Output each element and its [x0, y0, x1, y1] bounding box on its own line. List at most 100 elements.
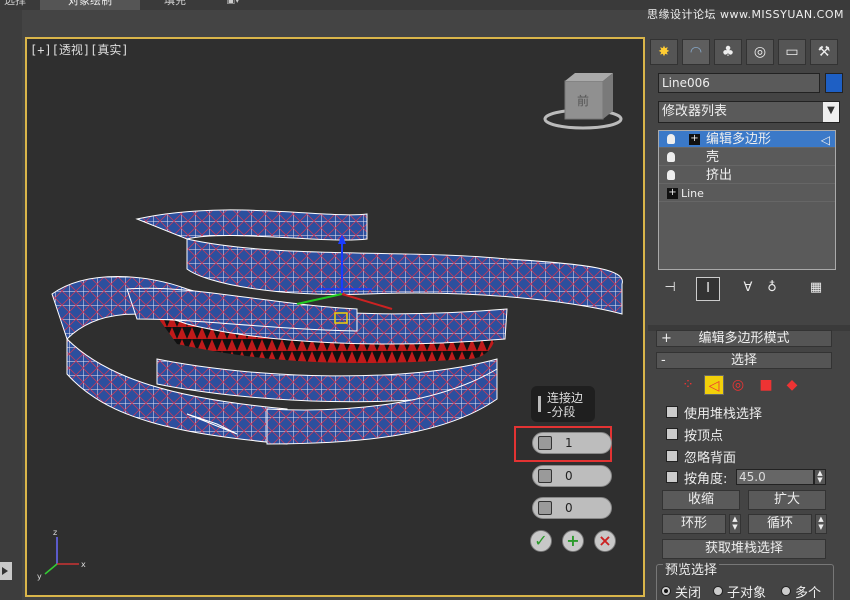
grow-button[interactable]: 扩大	[748, 490, 826, 510]
stack-item-edit-poly[interactable]: + 编辑多边形 ◁	[659, 131, 835, 148]
svg-text:x: x	[81, 560, 86, 569]
loop-label: 循环	[766, 516, 793, 531]
by-angle-checkbox[interactable]	[666, 471, 678, 483]
preview-multi-radio[interactable]	[781, 586, 791, 596]
by-vertex-checkbox[interactable]	[666, 428, 678, 440]
caddy-title-line2: -分段	[547, 405, 576, 419]
rollout-title: 编辑多边形模式	[698, 331, 790, 346]
slide-icon	[538, 501, 552, 515]
preview-subobject-label: 子对象	[727, 586, 767, 600]
subobject-tools: ⁘ ◁ ◎ ■ ◆	[678, 373, 818, 397]
preview-off-radio[interactable]	[661, 586, 671, 596]
rollout-edit-poly-mode[interactable]: + 编辑多边形模式	[656, 330, 832, 347]
tab-fill[interactable]: 填充	[150, 0, 200, 10]
svg-text:z: z	[53, 528, 57, 537]
get-stack-selection-button[interactable]: 获取堆栈选择	[662, 539, 826, 559]
angle-input[interactable]: 45.0	[736, 469, 814, 485]
polygon-mode-icon[interactable]: ■	[756, 375, 776, 395]
stack-item-label: 编辑多边形	[706, 132, 772, 147]
viewport-label[interactable]: [+][透视][真实]	[30, 41, 129, 58]
create-tab-icon[interactable]: ✸	[650, 39, 678, 65]
configure-sets-icon[interactable]: ▦	[804, 277, 828, 301]
preview-multi-label: 多个	[795, 586, 822, 600]
tab-dropdown-icon[interactable]: ▣▾	[218, 0, 248, 10]
use-stack-label: 使用堆栈选择	[684, 407, 763, 422]
lightbulb-icon[interactable]	[667, 170, 675, 180]
segments-field[interactable]: 1	[532, 432, 612, 454]
preview-off-label: 关闭	[675, 586, 702, 600]
rollout-sign: +	[661, 331, 672, 346]
use-stack-checkbox[interactable]	[666, 406, 678, 418]
preview-selection-group: 预览选择 关闭 子对象 多个	[656, 559, 834, 600]
expand-arrow-icon[interactable]	[0, 562, 12, 580]
command-panel: ✸ ◠ ♣ ◎ ▭ ⚒ Line006 修改器列表 ▼ + 编辑多边形 ◁ 壳	[648, 37, 850, 600]
loop-button[interactable]: 循环 ▲ ▼	[748, 514, 827, 534]
ignore-backfacing-checkbox[interactable]	[666, 450, 678, 462]
border-mode-icon[interactable]: ◎	[728, 375, 748, 395]
element-mode-icon[interactable]: ◆	[782, 375, 802, 395]
vertex-mode-icon[interactable]: ⁘	[678, 375, 698, 395]
segments-value[interactable]: 1	[565, 436, 573, 450]
slide-value[interactable]: 0	[565, 501, 573, 515]
rollout-sign: -	[661, 353, 666, 368]
viewport-perspective[interactable]: z x y [+][透视][真实] 前 连接边 -分段 1 0 0 ✓ + ×	[25, 37, 645, 597]
chevron-down-icon[interactable]: ▼	[823, 102, 839, 122]
utilities-tab-icon[interactable]: ⚒	[810, 39, 838, 65]
caddy-title: 连接边 -分段	[531, 386, 595, 422]
watermark: 思缘设计论坛 www.MISSYUAN.COM	[646, 8, 844, 21]
lightbulb-icon[interactable]	[667, 152, 675, 162]
show-end-result-icon[interactable]: Ⅰ	[696, 277, 720, 301]
apply-button[interactable]: +	[562, 530, 584, 552]
expand-icon[interactable]: +	[667, 188, 678, 199]
segments-icon	[538, 436, 552, 450]
stack-item-shell[interactable]: 壳	[659, 149, 835, 166]
modifier-list-label: 修改器列表	[662, 104, 728, 119]
preview-subobject-radio[interactable]	[713, 586, 723, 596]
lightbulb-icon[interactable]	[667, 134, 675, 144]
stack-toolbar: ⊣ Ⅰ ∀ ♁ ▦	[658, 277, 840, 301]
pinch-value[interactable]: 0	[565, 469, 573, 483]
stack-item-label: 壳	[706, 150, 720, 165]
by-vertex-label: 按顶点	[684, 429, 724, 444]
modifier-list-dropdown[interactable]: 修改器列表 ▼	[658, 101, 840, 123]
object-color-swatch[interactable]	[825, 73, 843, 93]
loop-spinner[interactable]: ▲ ▼	[815, 514, 827, 534]
stack-item-extrude[interactable]: 挤出	[659, 167, 835, 184]
modifier-stack[interactable]: + 编辑多边形 ◁ 壳 挤出 + Line	[658, 130, 836, 270]
ok-button[interactable]: ✓	[530, 530, 552, 552]
cancel-button[interactable]: ×	[594, 530, 616, 552]
preview-selection-title: 预览选择	[663, 559, 720, 578]
stack-item-line[interactable]: + Line	[659, 185, 835, 202]
make-unique-icon[interactable]: ∀	[736, 277, 760, 301]
app-root: 选择 对象绘制 填充 ▣▾ 思缘设计论坛 www.MISSYUAN.COM z …	[0, 0, 850, 600]
ignore-backfacing-label: 忽略背面	[684, 451, 737, 466]
pinch-field[interactable]: 0	[532, 465, 612, 487]
object-name-field[interactable]: Line006	[658, 73, 820, 93]
rollout-selection[interactable]: - 选择	[656, 352, 832, 369]
shrink-button[interactable]: 收缩	[662, 490, 740, 510]
motion-tab-icon[interactable]: ◎	[746, 39, 774, 65]
tab-select[interactable]: 选择	[0, 0, 30, 10]
remove-modifier-icon[interactable]: ♁	[760, 277, 784, 301]
angle-spinner[interactable]: ▲ ▼	[814, 469, 826, 485]
panel-tabs: ✸ ◠ ♣ ◎ ▭ ⚒	[648, 37, 850, 67]
slide-field[interactable]: 0	[532, 497, 612, 519]
expand-icon[interactable]: +	[689, 134, 700, 145]
by-angle-label: 按角度:	[684, 472, 728, 487]
rollout-title: 选择	[730, 353, 757, 368]
ring-spinner[interactable]: ▲ ▼	[729, 514, 741, 534]
viewcube-label[interactable]: 前	[577, 92, 589, 109]
ring-label: 环形	[680, 516, 707, 531]
svg-text:y: y	[37, 572, 42, 581]
display-tab-icon[interactable]: ▭	[778, 39, 806, 65]
left-strip	[0, 10, 22, 600]
modify-tab-icon[interactable]: ◠	[682, 39, 710, 65]
stack-item-label: Line	[681, 187, 704, 200]
pin-stack-icon[interactable]: ⊣	[658, 277, 682, 301]
edge-mode-icon[interactable]: ◁	[704, 375, 724, 395]
hierarchy-tab-icon[interactable]: ♣	[714, 39, 742, 65]
tab-object-paint[interactable]: 对象绘制	[40, 0, 140, 10]
caddy-title-bar	[538, 396, 541, 412]
triangle-icon: ◁	[820, 133, 830, 147]
ring-button[interactable]: 环形 ▲ ▼	[662, 514, 741, 534]
